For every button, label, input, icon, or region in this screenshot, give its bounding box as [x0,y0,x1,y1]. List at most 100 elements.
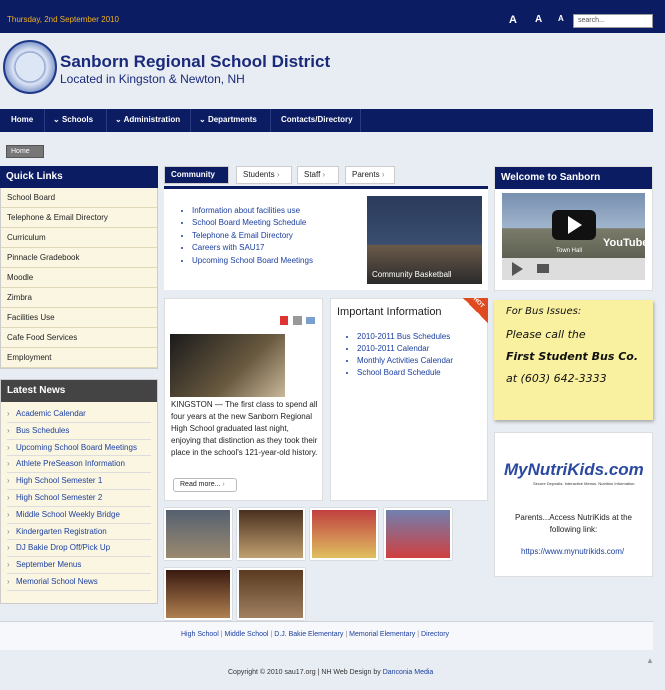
important-link[interactable]: Monthly Activities Calendar [357,355,453,367]
site-title[interactable]: Sanborn Regional School District [60,52,330,72]
community-link[interactable]: Information about facilities use [192,205,313,217]
tab-students[interactable]: Students › [236,166,292,184]
nav-administration[interactable]: ⌄ Administration [107,109,191,132]
main-nav: Home ⌄ Schools ⌄ Administration ⌄ Depart… [0,109,653,132]
footer-link-bakie[interactable]: D.J. Bakie Elementary [274,631,343,638]
font-increase-button[interactable]: A [509,14,517,26]
quick-link-facilities[interactable]: Facilities Use [1,308,157,328]
footer-link-middle-school[interactable]: Middle School [224,631,268,638]
community-link[interactable]: Telephone & Email Directory [192,230,313,242]
font-decrease-button[interactable]: A [558,14,564,23]
nav-schools[interactable]: ⌄ Schools [45,109,107,132]
bus-line-3: at (603) 642-3333 [506,372,607,385]
news-item[interactable]: Athlete PreSeason Information [7,456,151,474]
news-item[interactable]: September Menus [7,557,151,574]
chevron-down-icon: ⌄ [199,115,206,124]
gallery-thumbnail[interactable] [310,508,378,560]
nav-departments-label: Departments [207,115,257,124]
news-item[interactable]: DJ Bakie Drop Off/Pick Up [7,540,151,558]
news-item[interactable]: Memorial School News [7,574,151,591]
district-seal-logo[interactable] [3,40,57,94]
news-item[interactable]: Middle School Weekly Bridge [7,507,151,524]
important-info-panel: 2010-2011 Bus Schedules 2010-2011 Calend… [330,298,488,501]
chevron-right-icon: › [381,170,385,179]
audience-tabs: Community Students › Staff › Parents › [164,166,488,186]
chevron-down-icon: ⌄ [53,115,60,124]
play-icon [568,216,582,234]
video-caption: Town Hall [556,248,583,254]
nutrikids-logo[interactable]: MyNutriKids.com [504,460,644,480]
quick-link-cafe[interactable]: Cafe Food Services [1,328,157,348]
font-reset-button[interactable]: A [535,14,542,25]
news-item[interactable]: High School Semester 1 [7,473,151,490]
important-links: 2010-2011 Bus Schedules 2010-2011 Calend… [345,331,453,379]
read-more-button[interactable]: Read more... › [173,478,237,492]
tab-staff[interactable]: Staff › [297,166,339,184]
bus-line-1: Please call the [506,328,586,341]
nav-administration-label: Administration [123,115,181,124]
nutrikids-link[interactable]: https://www.mynutrikids.com/ [521,547,624,556]
nutrikids-text: Parents...Access NutriKids at the follow… [515,513,632,534]
quick-link-curriculum[interactable]: Curriculum [1,228,157,248]
latest-news-panel: Latest News Academic Calendar Bus Schedu… [0,379,158,604]
volume-icon[interactable] [537,264,549,273]
photo-caption: Community Basketball [372,270,452,279]
tab-parents-label: Parents [352,170,380,179]
news-item[interactable]: High School Semester 2 [7,490,151,507]
community-links: Information about facilities use School … [180,205,313,267]
video-controls [502,258,645,280]
community-link[interactable]: Upcoming School Board Meetings [192,255,313,267]
chevron-right-icon: › [276,170,280,179]
nav-contacts[interactable]: Contacts/Directory [271,109,361,132]
important-link[interactable]: School Board Schedule [357,367,453,379]
news-item[interactable]: Bus Schedules [7,423,151,440]
quick-link-school-board[interactable]: School Board [1,188,157,208]
nutrikids-tagline: Secure Deposits. Interactive Menus. Nutr… [533,481,636,486]
current-date: Thursday, 2nd September 2010 [7,15,119,24]
gallery-thumbnail[interactable] [164,508,232,560]
footer-link-high-school[interactable]: High School [181,631,219,638]
quick-link-employment[interactable]: Employment [1,348,157,368]
nav-schools-label: Schools [61,115,94,124]
news-item[interactable]: Academic Calendar [7,406,151,423]
designer-link[interactable]: Danconia Media [383,669,434,676]
copyright: Copyright © 2010 sau17.org | NH Web Desi… [228,669,433,676]
nav-departments[interactable]: ⌄ Departments [191,109,271,132]
tab-parents[interactable]: Parents › [345,166,395,184]
quick-link-zimbra[interactable]: Zimbra [1,288,157,308]
bus-heading: For Bus Issues: [506,306,582,317]
print-icon[interactable] [293,316,302,325]
youtube-logo: YouTube [603,237,649,249]
play-control-icon[interactable] [512,262,523,276]
community-link[interactable]: Careers with SAU17 [192,242,313,254]
latest-news-title: Latest News [1,380,157,402]
footer-link-directory[interactable]: Directory [421,631,449,638]
news-item[interactable]: Upcoming School Board Meetings [7,440,151,457]
article-text: KINGSTON — The first class to spend all … [171,400,318,457]
tab-community[interactable]: Community [164,166,229,184]
search-input[interactable]: search... [573,14,653,28]
gallery-thumbnail[interactable] [164,568,232,620]
quick-link-directory[interactable]: Telephone & Email Directory [1,208,157,228]
bus-line-2: First Student Bus Co. [506,350,639,363]
quick-link-pinnacle[interactable]: Pinnacle Gradebook [1,248,157,268]
gallery-thumbnail[interactable] [237,568,305,620]
important-link[interactable]: 2010-2011 Calendar [357,343,453,355]
email-icon[interactable] [306,317,315,324]
back-to-top-icon[interactable]: ▲ [646,656,654,665]
news-item[interactable]: Kindergarten Registration [7,524,151,541]
footer-link-memorial[interactable]: Memorial Elementary [349,631,415,638]
community-link[interactable]: School Board Meeting Schedule [192,217,313,229]
important-info-title: Important Information [337,306,442,318]
quick-link-moodle[interactable]: Moodle [1,268,157,288]
copyright-text: Copyright © 2010 sau17.org | NH Web Desi… [228,669,383,676]
nav-home[interactable]: Home [0,109,45,132]
gallery-thumbnail[interactable] [237,508,305,560]
tab-staff-label: Staff [304,170,321,179]
chevron-down-icon: ⌄ [115,115,122,124]
gallery-thumbnail[interactable] [384,508,452,560]
footer-links: High School | Middle School | D.J. Bakie… [181,631,450,638]
breadcrumb-home[interactable]: Home [6,145,44,158]
important-link[interactable]: 2010-2011 Bus Schedules [357,331,453,343]
pdf-icon[interactable] [280,316,288,325]
